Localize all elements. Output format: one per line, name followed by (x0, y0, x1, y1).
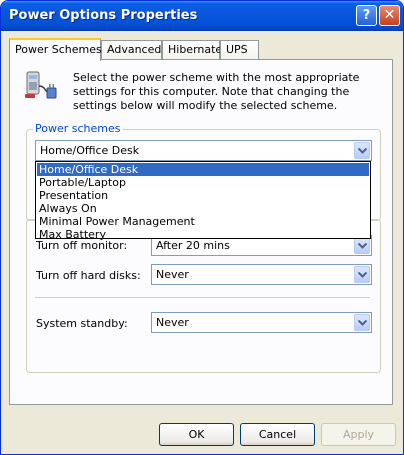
standby-select[interactable]: Never (151, 312, 372, 333)
settings-divider (35, 297, 370, 298)
dropdown-option-max-battery[interactable]: Max Battery (37, 228, 369, 241)
dropdown-option-portable-laptop[interactable]: Portable/Laptop (37, 176, 369, 189)
standby-label: System standby: (36, 317, 128, 330)
intro-text: Select the power scheme with the most ap… (73, 71, 360, 112)
hard-disks-label: Turn off hard disks: (36, 269, 141, 282)
dropdown-option-minimal-power-management[interactable]: Minimal Power Management (37, 215, 369, 228)
close-button[interactable]: ✕ (379, 5, 400, 26)
power-schemes-group-label: Power schemes (33, 122, 123, 135)
apply-button[interactable]: Apply (321, 423, 396, 446)
standby-selected-value: Never (156, 316, 189, 329)
dropdown-option-always-on[interactable]: Always On (37, 202, 369, 215)
tab-hibernate[interactable]: Hibernate (162, 40, 222, 59)
cancel-button[interactable]: Cancel (240, 423, 315, 446)
chevron-down-icon[interactable] (354, 142, 370, 159)
tab-advanced[interactable]: Advanced (101, 40, 162, 59)
power-scheme-selected-value: Home/Office Desk (40, 144, 140, 157)
ok-button[interactable]: OK (159, 423, 234, 446)
hard-disks-selected-value: Never (156, 268, 189, 281)
power-scheme-select[interactable]: Home/Office Desk (35, 140, 372, 161)
title-bar[interactable]: Power Options Properties ? ✕ (1, 1, 403, 31)
power-plug-icon (25, 71, 57, 99)
dropdown-option-home-office-desk[interactable]: Home/Office Desk (37, 163, 369, 176)
chevron-down-icon[interactable] (354, 314, 370, 331)
hard-disks-select[interactable]: Never (151, 264, 372, 285)
dropdown-option-presentation[interactable]: Presentation (37, 189, 369, 202)
tab-ups[interactable]: UPS (220, 40, 259, 59)
tab-power-schemes[interactable]: Power Schemes (9, 38, 102, 61)
chevron-down-icon[interactable] (354, 266, 370, 283)
window-title: Power Options Properties (9, 8, 198, 23)
power-scheme-dropdown-list: Home/Office Desk Portable/Laptop Present… (35, 161, 371, 241)
help-button[interactable]: ? (356, 5, 377, 26)
dialog-window: Power Options Properties ? ✕ Power Schem… (0, 0, 404, 455)
